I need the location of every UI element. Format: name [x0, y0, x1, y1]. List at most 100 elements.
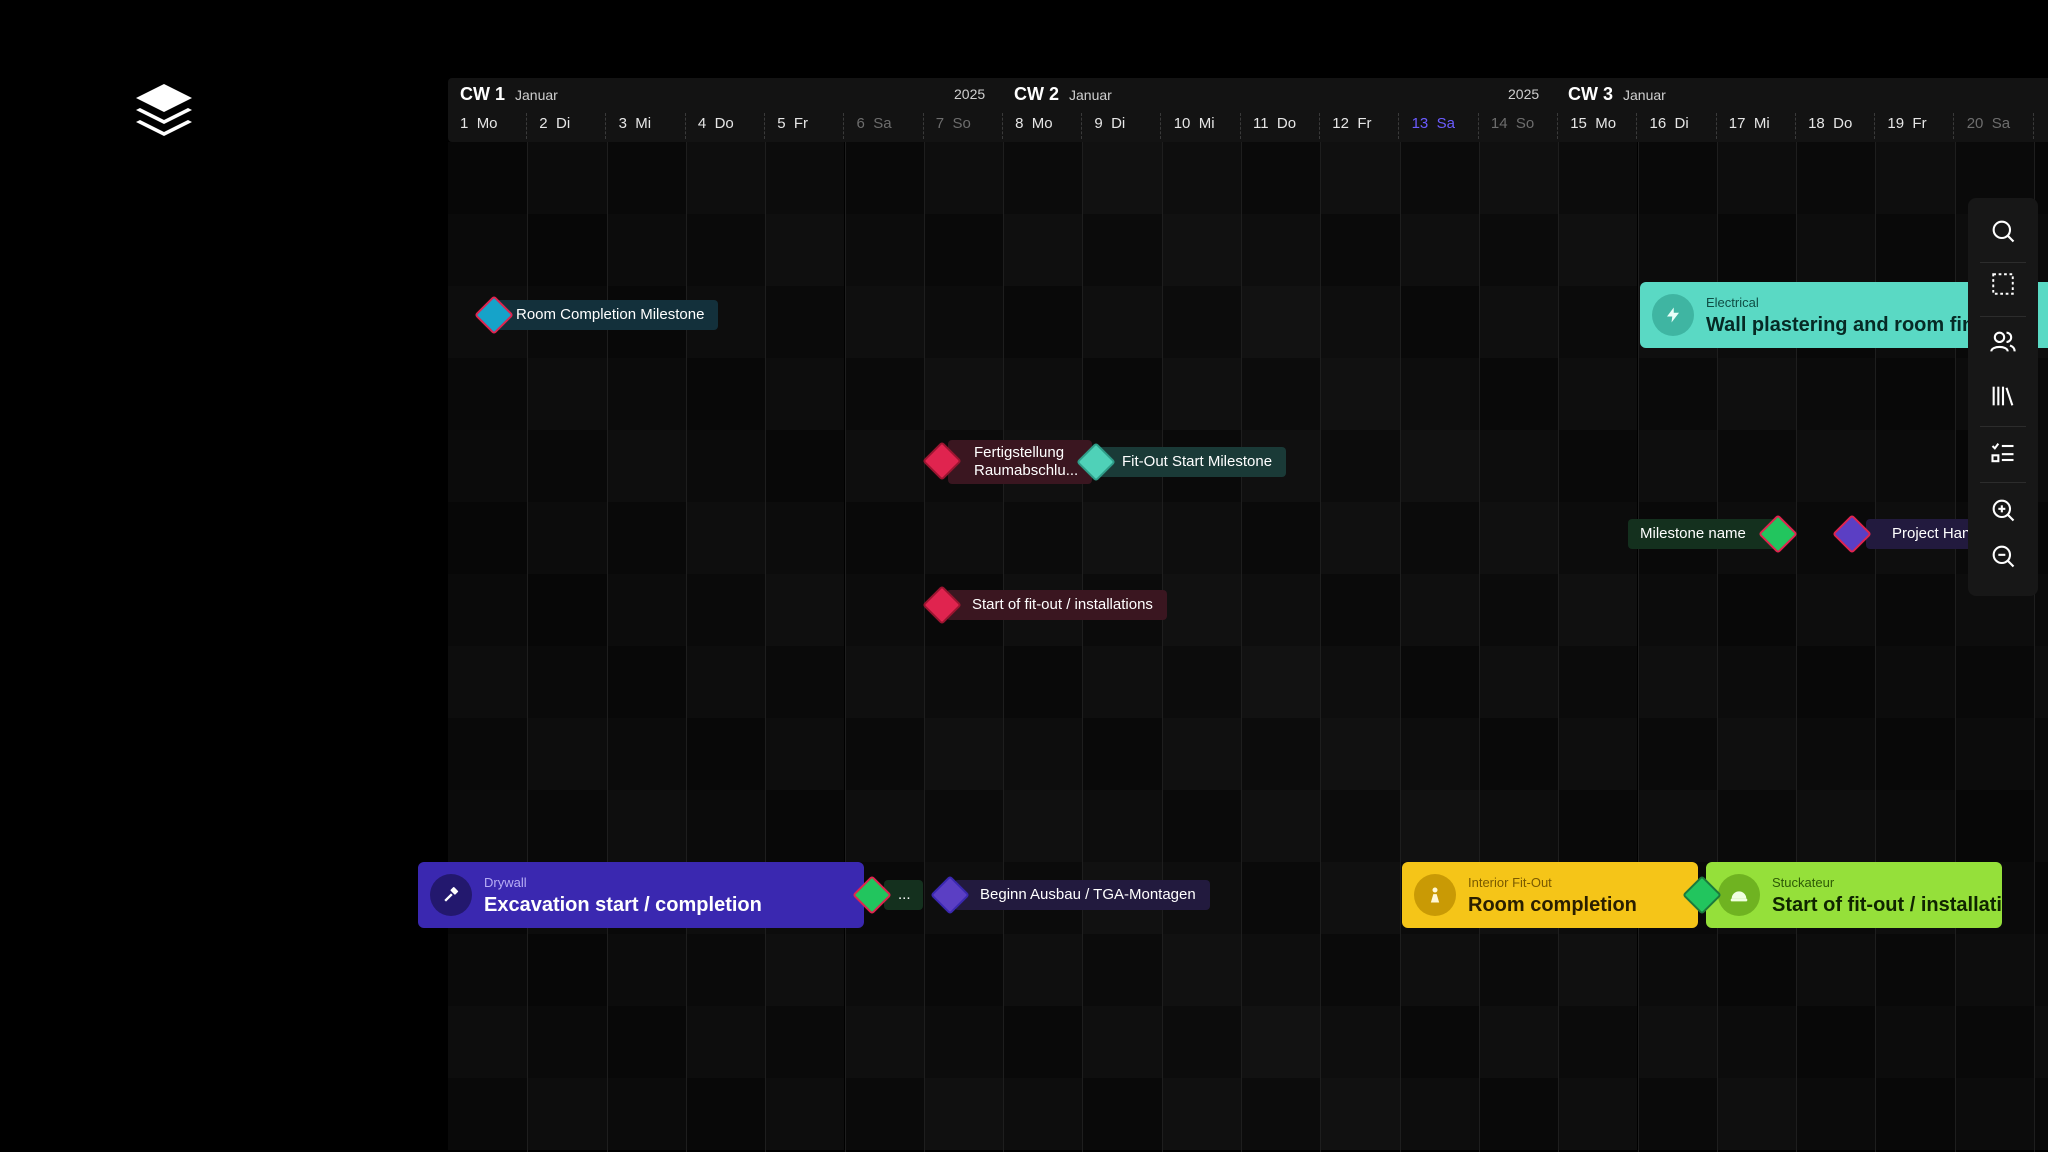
grid-cell [1637, 718, 1717, 790]
grid-cell [1875, 646, 1955, 718]
checklist-button[interactable] [1983, 433, 2023, 473]
grid-cell [1241, 142, 1321, 214]
day-cell: 7 So [924, 113, 1003, 139]
zoom-out-button[interactable] [1983, 536, 2023, 576]
grid-cell [1241, 502, 1321, 574]
grid-cell [844, 718, 924, 790]
day-name: Do [1833, 115, 1853, 132]
grid-line [1320, 142, 1322, 1152]
task-interior-fitout[interactable]: Interior Fit-Out Room completion [1402, 862, 1698, 928]
grid-cell [1478, 646, 1559, 718]
grid-cell [1716, 718, 1797, 790]
grid-cell [1320, 790, 1400, 862]
zoom-in-button[interactable] [1983, 490, 2023, 530]
milestone-label-start-fitout[interactable]: Start of fit-out / installations [946, 590, 1167, 620]
grid-cell [765, 790, 845, 862]
grid-cell [1478, 430, 1559, 502]
grid-cell [685, 1078, 766, 1150]
day-number: 4 [697, 115, 707, 132]
grid-cell [685, 142, 766, 214]
day-name: Mo [1031, 115, 1053, 132]
grid-cell [1478, 718, 1559, 790]
milestone-label-beginn-ausbau[interactable]: Beginn Ausbau / TGA-Montagen [954, 880, 1210, 910]
grid-cell [1241, 790, 1321, 862]
zoom-out-icon [1992, 545, 2015, 568]
grid-cell [923, 502, 1004, 574]
day-cell: 12 Fr [1320, 113, 1400, 139]
grid-cell [1637, 574, 1717, 646]
grid-cell [1399, 934, 1479, 1006]
grid-cell [765, 142, 845, 214]
grid-line [1161, 142, 1163, 1152]
grid-cell [923, 718, 1004, 790]
grid-cell [923, 142, 1004, 214]
grid-cell [844, 790, 924, 862]
grid-cell [685, 790, 766, 862]
grid-cell [1241, 1078, 1321, 1150]
grid-cell [1637, 1078, 1717, 1150]
day-name: Di [1674, 115, 1689, 132]
milestone-label-room-completion[interactable]: Room Completion Milestone [490, 300, 719, 330]
grid-cell [1241, 574, 1321, 646]
task-category: Electrical [1706, 295, 1759, 310]
grid-cell [1716, 214, 1797, 286]
checklist-icon [1991, 443, 2014, 463]
day-number: 10 [1173, 115, 1191, 132]
grid-cell [1161, 214, 1241, 286]
day-cell: 2 Di [527, 113, 607, 139]
grid-cell [1241, 934, 1321, 1006]
select-area-button[interactable] [1983, 264, 2023, 304]
grid-cell [606, 934, 686, 1006]
day-number: 19 [1887, 115, 1905, 132]
grid-cell [1082, 214, 1162, 286]
grid-cell [1082, 1078, 1162, 1150]
week-label-cw3: CW 3 Januar [1568, 84, 1666, 104]
grid-cell [1478, 1078, 1559, 1150]
task-stuckateur[interactable]: Stuckateur Start of fit-out / installati… [1706, 862, 2002, 928]
day-number: 14 [1490, 115, 1508, 132]
day-cell: 6 Sa [845, 113, 924, 139]
grid-cell [2034, 790, 2048, 862]
grid-cell [844, 646, 924, 718]
grid-cell [606, 1078, 686, 1150]
milestone-label-fertigstellung[interactable]: Fertigstellung Raumabschlu... [948, 440, 1093, 484]
users-icon [1990, 331, 2016, 352]
grid-cell [1082, 646, 1162, 718]
day-number: 2 [539, 115, 548, 132]
grid-cell [1796, 214, 1876, 286]
grid-cell [844, 142, 924, 214]
grid-cell [1241, 862, 1321, 934]
grid-cell [923, 646, 1004, 718]
day-cell: 11 Do [1241, 113, 1320, 139]
milestone-label-project-handover[interactable]: Project Hand [1866, 519, 1976, 549]
milestone-label-milestone-name[interactable]: Milestone name [1628, 519, 1780, 549]
grid-cell [1875, 718, 1955, 790]
grid-cell [1716, 574, 1797, 646]
day-number: 12 [1332, 115, 1349, 132]
grid-cell [1399, 574, 1479, 646]
grid-cell [2034, 1078, 2048, 1150]
grid-cell [765, 574, 845, 646]
day-cell: 8 Mo [1003, 113, 1083, 139]
grid-cell [606, 646, 686, 718]
grid-cell [2034, 1006, 2048, 1078]
grid-cell [1320, 142, 1400, 214]
library-button[interactable] [1983, 376, 2023, 416]
grid-cell [1954, 646, 2034, 718]
grid-cell [1558, 1078, 1638, 1150]
grid-cell [1637, 214, 1717, 286]
grid-cell [1082, 358, 1162, 430]
task-drywall[interactable]: Drywall Excavation start / completion [418, 862, 864, 928]
search-button[interactable] [1983, 211, 2023, 251]
grid-cell [923, 1006, 1004, 1078]
grid-cell [765, 646, 845, 718]
day-cell: 9 Di [1082, 113, 1162, 139]
milestone-label-fitout-start[interactable]: Fit-Out Start Milestone [1096, 447, 1287, 477]
day-name: Fr [1357, 115, 1372, 132]
day-name: So [1515, 115, 1535, 132]
week-year-cw2: 2025 [1508, 86, 1540, 102]
week-year-cw1: 2025 [954, 86, 986, 102]
grid-cell [1796, 142, 1876, 214]
grid-cell [844, 574, 924, 646]
users-button[interactable] [1983, 322, 2023, 362]
